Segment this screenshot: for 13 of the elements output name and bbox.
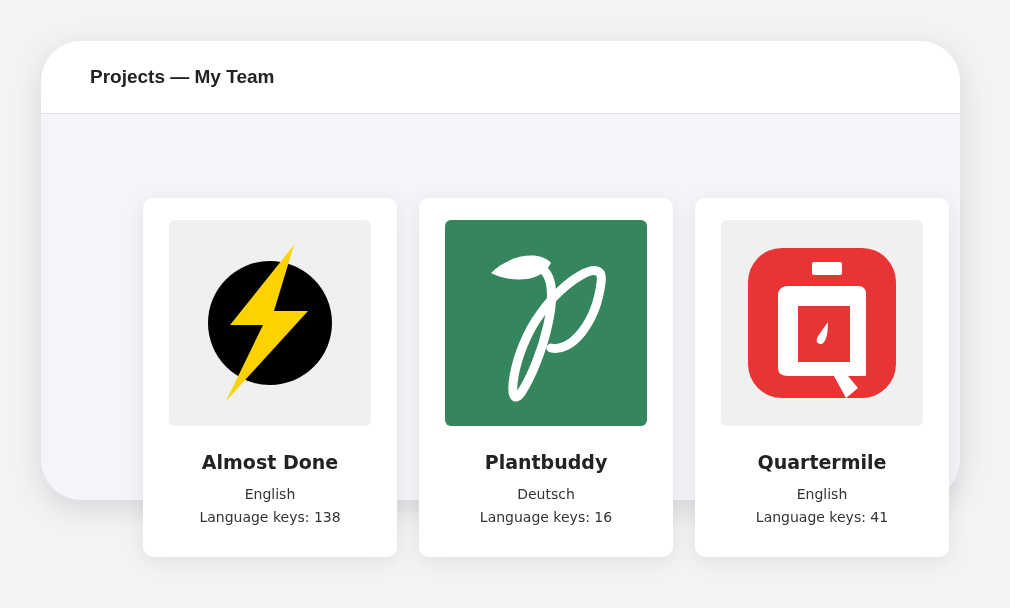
- project-language: English: [796, 485, 848, 504]
- language-keys-count: Language keys: 138: [199, 508, 341, 527]
- project-card[interactable]: Plantbuddy Deutsch Language keys: 16: [419, 198, 673, 557]
- language-keys-count: Language keys: 41: [755, 508, 889, 527]
- language-keys-count: Language keys: 16: [479, 508, 613, 527]
- project-card[interactable]: Quartermile English Language keys: 41: [695, 198, 949, 557]
- project-name: Almost Done: [201, 451, 339, 473]
- project-name: Plantbuddy: [484, 451, 608, 473]
- window-title: Projects — My Team: [90, 66, 275, 88]
- project-name: Quartermile: [757, 451, 887, 473]
- project-language: Deutsch: [517, 485, 575, 504]
- project-card[interactable]: Almost Done English Language keys: 138: [143, 198, 397, 557]
- project-language: English: [244, 485, 296, 504]
